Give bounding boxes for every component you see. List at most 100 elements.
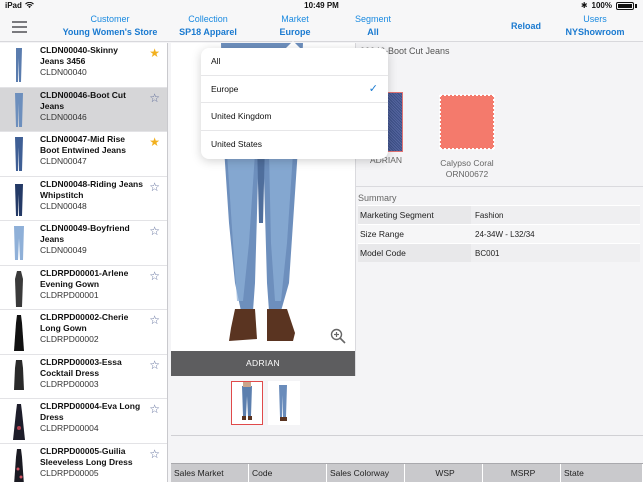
favorite-star-icon[interactable]: ☆ xyxy=(149,92,160,104)
product-thumbnail xyxy=(15,92,23,127)
favorite-star-icon[interactable]: ☆ xyxy=(149,403,160,415)
product-thumbnail xyxy=(14,315,24,351)
status-bar: iPad 10:49 PM ✱ 100% xyxy=(0,0,643,12)
column-sales-colorway[interactable]: Sales Colorway xyxy=(327,464,405,482)
collection-label: Collection xyxy=(188,14,228,24)
product-code: CLDN00047 xyxy=(40,156,87,166)
product-code: CLDRPD00002 xyxy=(40,334,99,344)
summary-key: Size Range xyxy=(358,225,471,243)
favorite-star-icon[interactable]: ★ xyxy=(149,47,160,59)
image-thumbnails xyxy=(231,381,300,425)
market-option-united-states[interactable]: United States xyxy=(201,131,388,159)
product-list-item[interactable]: CLDN00048-Riding Jeans Whipstitch CLDN000… xyxy=(0,176,167,221)
collection-value[interactable]: SP18 Apparel xyxy=(172,25,244,39)
thumbnail-side[interactable] xyxy=(268,381,300,425)
product-list-item[interactable]: CLDRPD00005-Guilia Sleeveless Long Dress… xyxy=(0,443,167,482)
product-thumbnail xyxy=(15,137,23,171)
favorite-star-icon[interactable]: ☆ xyxy=(149,225,160,237)
swatch-code: ORN00672 xyxy=(445,169,489,179)
product-name: CLDN00048-Riding Jeans Whipstitch CLDN000… xyxy=(40,178,143,211)
market-value[interactable]: Europe xyxy=(270,25,320,39)
column-msrp[interactable]: MSRP xyxy=(483,464,561,482)
product-name: CLDN00047-Mid Rise Boot Entwined Jeans CL… xyxy=(40,134,126,166)
users-value[interactable]: NYShowroom xyxy=(560,25,630,39)
market-option-europe[interactable]: Europe ✓ xyxy=(201,76,388,103)
favorite-star-icon[interactable]: ☆ xyxy=(149,359,160,371)
menu-icon[interactable] xyxy=(12,21,27,33)
product-name: CLDN00049-Boyfriend Jeans CLDN00049 xyxy=(40,223,130,255)
product-code: CLDRPD00003 xyxy=(40,378,99,389)
product-code: CLDN00046 xyxy=(40,111,87,122)
battery-percent: 100% xyxy=(591,1,612,10)
color-swatches: ADRIAN Calypso Coral ORN00672 xyxy=(369,92,497,180)
summary-value: BC001 xyxy=(471,244,640,262)
product-code: CLDRPD00004 xyxy=(40,423,99,433)
summary-value: Fashion xyxy=(471,206,640,224)
bluetooth-icon: ✱ xyxy=(580,1,588,10)
column-state[interactable]: State xyxy=(561,464,643,482)
segment-value[interactable]: All xyxy=(348,25,398,39)
product-list-item[interactable]: CLDRPD00002-Cherie Long Gown CLDRPD00002 ☆ xyxy=(0,310,167,355)
market-selector[interactable]: Market Europe xyxy=(270,13,320,39)
product-thumbnail xyxy=(14,359,24,390)
product-list-item[interactable]: CLDN00040-Skinny Jeans 3456 CLDN00040 ★ xyxy=(0,43,167,88)
product-code: CLDN00048 xyxy=(40,200,87,211)
summary-key: Marketing Segment xyxy=(358,206,471,224)
option-label: United Kingdom xyxy=(211,111,272,121)
image-caption: ADRIAN xyxy=(171,351,355,376)
product-name: CLDRPD00001-Arlene Evening Gown CLDRPD000… xyxy=(40,267,129,300)
column-code[interactable]: Code xyxy=(249,464,327,482)
customer-label: Customer xyxy=(90,14,130,24)
favorite-star-icon[interactable]: ☆ xyxy=(149,448,160,460)
top-nav-bar: Customer Young Women's Store Collection … xyxy=(0,12,643,42)
collection-selector[interactable]: Collection SP18 Apparel xyxy=(172,13,244,39)
option-label: United States xyxy=(211,138,263,149)
product-list-item[interactable]: CLDRPD00004-Eva Long Dress CLDRPD00004 ☆ xyxy=(0,399,167,444)
product-list-item[interactable]: CLDRPD00001-Arlene Evening Gown CLDRPD000… xyxy=(0,265,167,310)
sales-table-header: Sales Market Code Sales Colorway WSP MSR… xyxy=(171,463,643,482)
product-thumbnail xyxy=(13,404,25,440)
thumbnail-front[interactable] xyxy=(231,381,263,425)
summary-row: Marketing Segment Fashion xyxy=(358,205,640,224)
product-code: CLDN00040 xyxy=(40,67,87,77)
favorite-star-icon[interactable]: ☆ xyxy=(149,181,160,193)
summary-value: 24-34W - L32/34 xyxy=(471,225,640,243)
battery-icon xyxy=(616,1,634,10)
coral-swatch[interactable] xyxy=(437,92,497,152)
column-sales-market[interactable]: Sales Market xyxy=(171,464,249,482)
product-list-item[interactable]: CLDN00047-Mid Rise Boot Entwined Jeans CL… xyxy=(0,132,167,177)
summary-heading: Summary xyxy=(358,193,397,203)
zoom-in-icon[interactable] xyxy=(330,328,346,344)
product-list-item[interactable]: CLDRPD00003-Essa Cocktail Dress CLDRPD000… xyxy=(0,354,167,399)
option-label: All xyxy=(211,56,221,66)
product-thumbnail xyxy=(16,48,22,82)
product-list-item[interactable]: CLDN00046-Boot Cut Jeans CLDN00046 ☆ xyxy=(0,87,167,132)
column-wsp[interactable]: WSP xyxy=(405,464,483,482)
favorite-star-icon[interactable]: ☆ xyxy=(149,270,160,282)
summary-row: Model Code BC001 xyxy=(358,243,640,262)
swatch-name: Calypso Coral xyxy=(440,158,494,168)
users-selector[interactable]: Users NYShowroom xyxy=(560,13,630,39)
segment-label: Segment xyxy=(354,14,392,24)
product-code: CLDRPD00005 xyxy=(40,467,99,478)
market-option-all[interactable]: All xyxy=(201,48,388,76)
summary-key: Model Code xyxy=(358,244,471,262)
product-code: CLDN00049 xyxy=(40,245,87,255)
product-name: CLDRPD00005-Guilia Sleeveless Long Dress… xyxy=(40,445,133,478)
swatch-calypso-coral[interactable]: Calypso Coral ORN00672 xyxy=(437,92,497,180)
popover-arrow xyxy=(286,41,300,48)
product-name: CLDRPD00002-Cherie Long Gown CLDRPD00002 xyxy=(40,312,129,344)
product-thumbnail xyxy=(14,226,24,260)
reload-button[interactable]: Reload xyxy=(511,21,541,31)
favorite-star-icon[interactable]: ☆ xyxy=(149,314,160,326)
favorite-star-icon[interactable]: ★ xyxy=(149,136,160,148)
product-list-item[interactable]: CLDN00049-Boyfriend Jeans CLDN00049 ☆ xyxy=(0,221,167,266)
market-option-united-kingdom[interactable]: United Kingdom xyxy=(201,103,388,131)
checkmark-icon: ✓ xyxy=(368,82,378,95)
market-label: Market xyxy=(281,14,309,24)
product-thumbnail xyxy=(15,270,23,307)
segment-selector[interactable]: Segment All xyxy=(348,13,398,39)
option-label: Europe xyxy=(211,83,239,94)
customer-value[interactable]: Young Women's Store xyxy=(58,25,162,39)
customer-selector[interactable]: Customer Young Women's Store xyxy=(58,13,162,39)
